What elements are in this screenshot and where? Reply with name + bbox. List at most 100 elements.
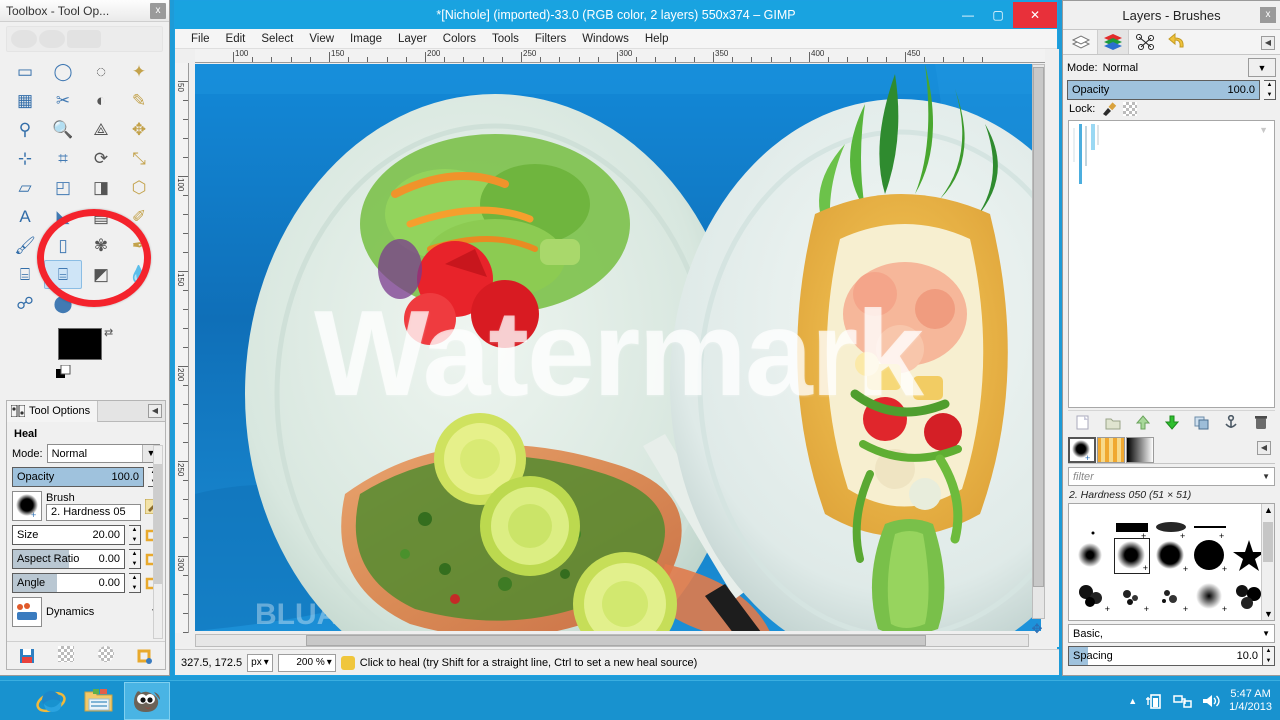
hscroll-thumb[interactable] [306, 635, 926, 646]
tab-layers[interactable] [1097, 30, 1129, 54]
heal-tool[interactable]: ⌸ [44, 260, 82, 289]
menu-colors[interactable]: Colors [435, 31, 484, 47]
taskbar-file-explorer[interactable] [76, 682, 122, 720]
menu-edit[interactable]: Edit [218, 31, 254, 47]
tab-patterns[interactable] [1097, 436, 1125, 463]
menu-filters[interactable]: Filters [527, 31, 574, 47]
brush-cell[interactable] [1075, 538, 1111, 574]
tool-options-scroll-thumb[interactable] [154, 464, 162, 584]
zoom-tool[interactable]: 🔍 [44, 115, 82, 144]
size-slider[interactable]: Size 20.00 [12, 525, 125, 545]
rect-select-tool[interactable]: ▭ [6, 57, 44, 86]
eraser-tool[interactable]: ▯ [44, 231, 82, 260]
tab-brushes[interactable]: + [1068, 436, 1096, 463]
color-picker-tool[interactable]: ⚲ [6, 115, 44, 144]
chevron-down-icon[interactable]: ▼ [1248, 58, 1276, 77]
bucket-fill-tool[interactable]: ◣ [44, 202, 82, 231]
duplicate-layer-button[interactable] [1194, 416, 1209, 430]
delete-layer-button[interactable] [1254, 415, 1268, 430]
lock-pixels-icon[interactable] [1101, 102, 1117, 116]
canvas-vertical-scrollbar[interactable] [1032, 64, 1045, 619]
navigation-preview-icon[interactable]: ✥ [1029, 621, 1045, 637]
fuzzy-select-tool[interactable]: ✦ [120, 57, 158, 86]
unit-selector[interactable]: px ▾ [247, 653, 273, 672]
angle-slider[interactable]: Angle 0.00 [12, 573, 125, 593]
perspective-clone-tool[interactable]: ◩ [82, 260, 120, 289]
size-spinner[interactable]: ▲ ▼ [129, 525, 141, 545]
toolbox-close-button[interactable]: x [150, 3, 166, 19]
menu-tools[interactable]: Tools [484, 31, 527, 47]
horizontal-ruler[interactable]: 100 150 200 250 300 350 400 450 [195, 49, 1045, 63]
new-layer-button[interactable] [1076, 415, 1090, 430]
brush-cell[interactable]: + [1192, 538, 1228, 574]
right-dock-menu-button[interactable]: ◀ [1261, 36, 1275, 50]
brush-cell[interactable]: + [1153, 538, 1189, 574]
vertical-ruler[interactable]: 50 100 150 200 250 300 [175, 63, 189, 633]
foreground-select-tool[interactable]: ◐ [82, 86, 120, 115]
brush-preview[interactable]: + [12, 491, 42, 521]
spacing-slider[interactable]: Spacing 10.0 [1068, 646, 1263, 666]
menu-file[interactable]: File [183, 31, 218, 47]
free-select-tool[interactable]: ◌ [82, 57, 120, 86]
tab-layers-stack[interactable] [1065, 30, 1097, 54]
mode-select[interactable]: Normal ▼ [46, 444, 160, 463]
move-tool[interactable]: ✥ [120, 115, 158, 144]
angle-spinner[interactable]: ▲ ▼ [129, 573, 141, 593]
brush-grid-scrollbar[interactable]: ▲ ▼ [1261, 504, 1274, 620]
paths-tool[interactable]: ✎ [120, 86, 158, 115]
menu-view[interactable]: View [301, 31, 342, 47]
menu-help[interactable]: Help [637, 31, 677, 47]
menu-select[interactable]: Select [253, 31, 301, 47]
aspect-ratio-spinner[interactable]: ▲ ▼ [129, 549, 141, 569]
ellipse-select-tool[interactable]: ◯ [44, 57, 82, 86]
tab-paths[interactable] [1129, 30, 1161, 54]
text-tool[interactable]: A [6, 202, 44, 231]
zoom-selector[interactable]: 200 % ▾ [277, 653, 336, 672]
dynamics-preview[interactable] [12, 597, 42, 627]
brush-cell-selected[interactable]: + [1114, 538, 1151, 574]
smudge-tool[interactable]: ☍ [6, 289, 44, 318]
chevron-down-icon[interactable]: ▼ [1262, 629, 1270, 638]
close-button[interactable]: ✕ [1013, 2, 1057, 28]
brush-grid[interactable]: + + + + + + + + + + + + ▲ ▼ [1068, 503, 1275, 621]
delete-tool-options-icon[interactable] [97, 646, 114, 665]
brush-cell[interactable]: + [1153, 578, 1189, 614]
reset-tool-options-icon[interactable] [137, 648, 153, 664]
clock[interactable]: 5:47 AM 1/4/2013 [1229, 688, 1272, 714]
reset-colors-icon[interactable] [56, 365, 71, 380]
restore-tool-options-icon[interactable] [58, 646, 75, 665]
select-by-color-tool[interactable]: ▦ [6, 86, 44, 115]
shear-tool[interactable]: ▱ [6, 173, 44, 202]
menu-image[interactable]: Image [342, 31, 390, 47]
right-dock-close-button[interactable]: x [1260, 7, 1276, 23]
brush-cell[interactable]: + [1114, 578, 1150, 614]
lower-layer-button[interactable] [1164, 415, 1179, 430]
scale-tool[interactable]: ⤡ [120, 144, 158, 173]
layer-opacity-slider[interactable]: Opacity 100.0 [1067, 80, 1260, 100]
pencil-tool[interactable]: ✐ [120, 202, 158, 231]
minimize-button[interactable]: — [953, 2, 983, 28]
brush-dock-menu-button[interactable]: ◀ [1257, 441, 1271, 455]
network-icon[interactable] [1173, 693, 1193, 709]
clone-tool[interactable]: ⌸ [6, 260, 44, 289]
swap-colors-icon[interactable]: ⇄ [104, 326, 113, 339]
image-canvas[interactable]: BLUALS e [195, 64, 1041, 631]
cage-transform-tool[interactable]: ⬡ [120, 173, 158, 202]
chevron-down-icon[interactable]: ▼ [1262, 472, 1270, 481]
maximize-button[interactable]: ▢ [983, 2, 1013, 28]
brush-select[interactable]: 2. Hardness 05 [46, 503, 141, 521]
battery-icon[interactable] [1145, 693, 1165, 709]
menu-windows[interactable]: Windows [574, 31, 637, 47]
ink-tool[interactable]: ✒ [120, 231, 158, 260]
blend-tool[interactable]: ▤ [82, 202, 120, 231]
brush-cell[interactable]: + [1075, 578, 1111, 614]
brush-cell[interactable]: + [1192, 578, 1228, 614]
menu-layer[interactable]: Layer [390, 31, 435, 47]
show-hidden-icons-button[interactable]: ▲ [1128, 696, 1137, 706]
taskbar-gimp[interactable] [124, 681, 170, 720]
rotate-tool[interactable]: ⟳ [82, 144, 120, 173]
tool-options-scrollbar[interactable] [153, 445, 163, 639]
canvas-horizontal-scrollbar[interactable] [195, 634, 1029, 647]
dodge-burn-tool[interactable]: ⬤ [44, 289, 82, 318]
brush-category-select[interactable]: Basic, ▼ [1068, 624, 1275, 643]
